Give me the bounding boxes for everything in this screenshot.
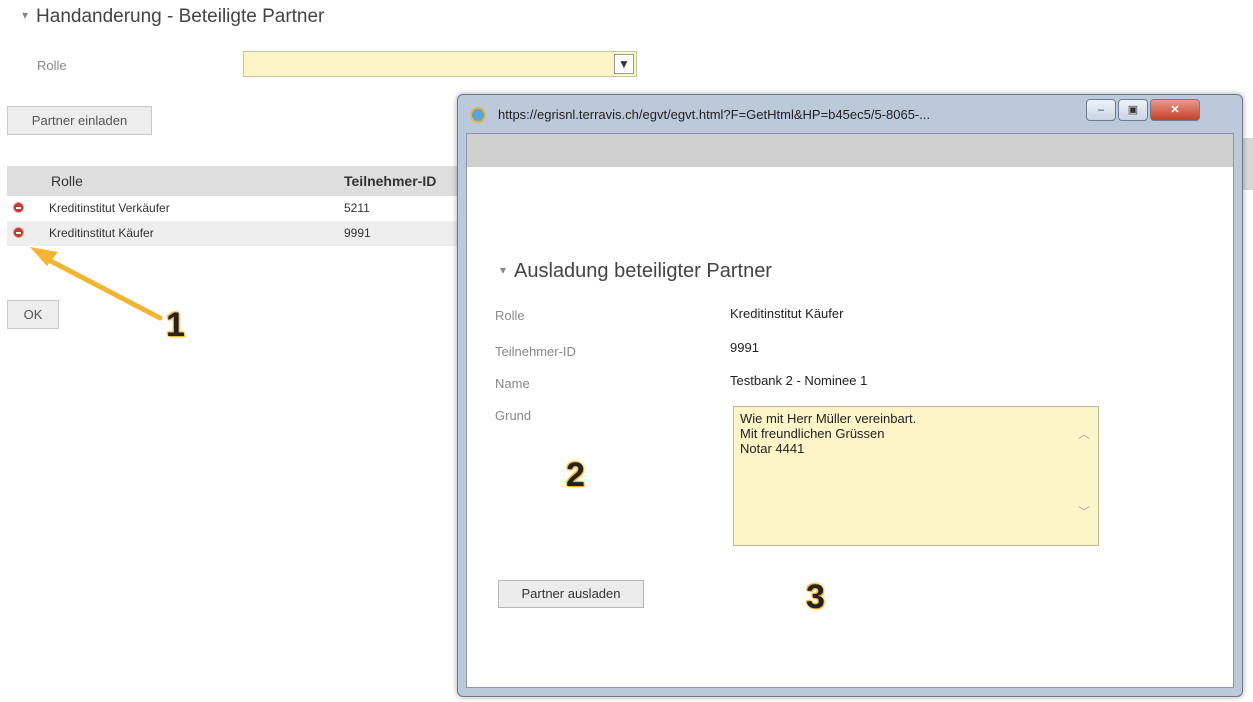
column-header-rolle: Rolle xyxy=(51,173,83,189)
annotation-number: 3 xyxy=(806,578,825,616)
collapse-icon[interactable]: ▾ xyxy=(22,8,28,22)
popup-content: ▾ Ausladung beteiligter Partner Rolle Kre… xyxy=(466,133,1234,688)
teilnehmer-id-value: 9991 xyxy=(730,340,759,355)
popup-window: https://egrisnl.terravis.ch/egvt/egvt.ht… xyxy=(457,94,1243,697)
invite-partner-button[interactable]: Partner einladen xyxy=(7,106,152,135)
page-title: ▾ Handanderung - Beteiligte Partner xyxy=(22,6,324,28)
partner-table: Rolle Teilnehmer-ID Kreditinstitut Verkä… xyxy=(7,166,477,246)
delete-icon[interactable] xyxy=(13,227,24,238)
rolle-value: Kreditinstitut Käufer xyxy=(730,306,844,321)
rolle-label: Rolle xyxy=(37,58,67,73)
grund-line: Wie mit Herr Müller vereinbart. xyxy=(740,411,917,426)
chevron-down-icon[interactable]: ▼ xyxy=(614,54,634,74)
rolle-select[interactable]: ▼ xyxy=(243,51,637,77)
close-button[interactable]: ✕ xyxy=(1150,99,1200,121)
popup-title-text: Ausladung beteiligter Partner xyxy=(514,260,772,282)
minimize-button[interactable]: – xyxy=(1086,99,1116,121)
name-value: Testbank 2 - Nominee 1 xyxy=(730,373,868,388)
popup-title: ▾ Ausladung beteiligter Partner xyxy=(500,260,772,283)
scroll-up-icon[interactable]: ︿ xyxy=(1078,427,1090,442)
row-role: Kreditinstitut Käufer xyxy=(49,226,154,240)
browser-icon xyxy=(470,107,486,123)
scroll-down-icon[interactable]: ﹀ xyxy=(1078,505,1090,520)
row-id: 9991 xyxy=(344,226,371,240)
collapse-icon[interactable]: ▾ xyxy=(500,263,506,277)
rolle-label: Rolle xyxy=(495,308,525,323)
column-header-teilnehmer-id: Teilnehmer-ID xyxy=(344,173,437,189)
page-title-text: Handanderung - Beteiligte Partner xyxy=(36,6,325,27)
table-row: Kreditinstitut Verkäufer 5211 xyxy=(7,196,477,221)
grund-line: Notar 4441 xyxy=(740,441,805,456)
annotation-number: 2 xyxy=(566,456,585,494)
grund-line: Mit freundlichen Grüssen xyxy=(740,426,885,441)
partner-ausladen-button[interactable]: Partner ausladen xyxy=(498,580,644,608)
name-label: Name xyxy=(495,376,530,391)
delete-icon[interactable] xyxy=(13,202,24,213)
table-header: Rolle Teilnehmer-ID xyxy=(7,166,477,196)
row-role: Kreditinstitut Verkäufer xyxy=(49,201,170,215)
grund-label: Grund xyxy=(495,408,532,423)
annotation-number: 1 xyxy=(166,306,185,344)
grund-textarea[interactable]: Wie mit Herr Müller vereinbart. Mit freu… xyxy=(733,406,1099,546)
ok-button[interactable]: OK xyxy=(7,300,59,329)
teilnehmer-id-label: Teilnehmer-ID xyxy=(495,344,576,359)
table-row: Kreditinstitut Käufer 9991 xyxy=(7,221,477,246)
row-id: 5211 xyxy=(344,201,370,215)
window-url: https://egrisnl.terravis.ch/egvt/egvt.ht… xyxy=(498,107,931,122)
maximize-button[interactable]: ▣ xyxy=(1118,99,1148,121)
popup-toolbar xyxy=(467,134,1233,167)
title-bar[interactable]: https://egrisnl.terravis.ch/egvt/egvt.ht… xyxy=(458,95,1242,133)
